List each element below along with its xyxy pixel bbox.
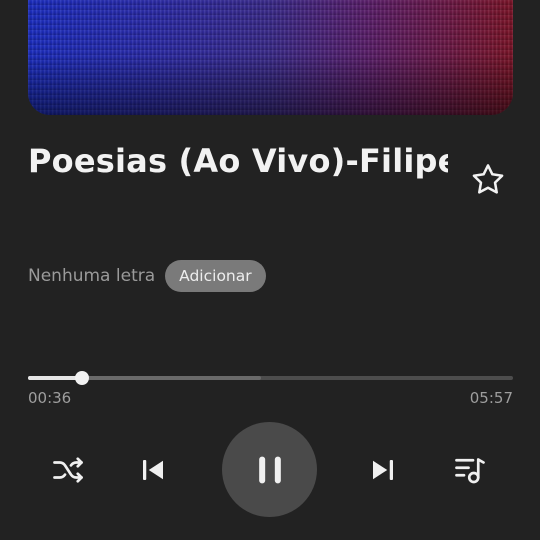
lyrics-row: Nenhuma letra Adicionar bbox=[28, 260, 266, 292]
total-time: 05:57 bbox=[469, 389, 513, 407]
album-art bbox=[28, 0, 513, 115]
playlist-music-icon bbox=[455, 458, 485, 484]
shuffle-icon bbox=[53, 457, 83, 483]
no-lyrics-text: Nenhuma letra bbox=[28, 266, 156, 286]
skip-previous-icon bbox=[143, 460, 163, 480]
song-title: Poesias (Ao Vivo)-Filipe.. bbox=[28, 142, 448, 180]
previous-button[interactable] bbox=[131, 448, 175, 492]
elapsed-time: 00:36 bbox=[28, 389, 72, 407]
shuffle-button[interactable] bbox=[46, 448, 90, 492]
pause-icon bbox=[258, 456, 281, 483]
favorite-button[interactable] bbox=[466, 158, 510, 202]
skip-next-icon bbox=[373, 460, 393, 480]
now-playing-screen: Poesias (Ao Vivo)-Filipe.. Nenhuma letra… bbox=[0, 0, 540, 540]
progress-thumb[interactable] bbox=[75, 371, 90, 385]
queue-button[interactable] bbox=[448, 448, 492, 492]
star-outline-icon bbox=[472, 164, 504, 194]
pause-button[interactable] bbox=[222, 422, 317, 517]
progress-bar[interactable] bbox=[28, 371, 513, 385]
next-button[interactable] bbox=[361, 448, 405, 492]
album-art-shade bbox=[28, 0, 513, 115]
progress-played bbox=[28, 376, 83, 380]
add-lyrics-button[interactable]: Adicionar bbox=[165, 260, 266, 292]
